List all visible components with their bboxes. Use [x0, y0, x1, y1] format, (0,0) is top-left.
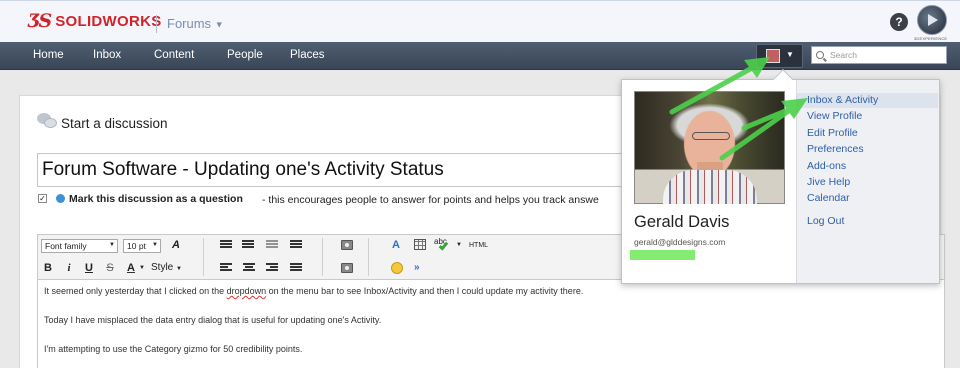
arrow-to-inbox-activity — [719, 107, 793, 161]
arrow-to-avatar — [669, 65, 755, 115]
annotation-arrows — [669, 57, 808, 161]
